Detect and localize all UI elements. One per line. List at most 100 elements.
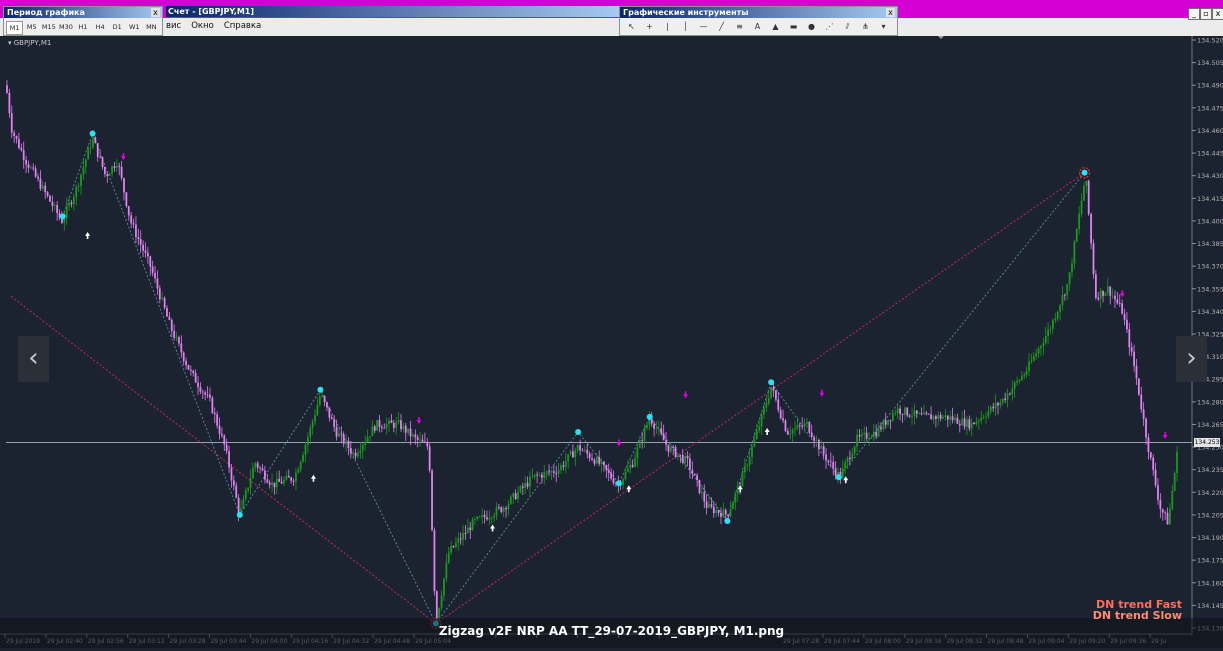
bull-candle-body xyxy=(595,457,598,464)
bear-candle-body xyxy=(280,481,283,484)
bull-candle-body xyxy=(999,402,1002,406)
current-price-label: 134.253 xyxy=(1194,438,1220,448)
bear-candle-body xyxy=(679,454,682,456)
horizontal-line-tool-icon[interactable]: — xyxy=(696,20,711,33)
bull-candle-body xyxy=(557,470,560,474)
timeframe-m30-button[interactable]: M30 xyxy=(57,21,74,35)
bull-candle-body xyxy=(175,337,178,339)
bull-candle-body xyxy=(872,432,875,438)
bull-candle-body xyxy=(357,453,359,457)
bear-candle-body xyxy=(209,394,211,398)
prev-image-button[interactable]: ‹ xyxy=(18,336,49,382)
pitchfork-tool-icon[interactable]: ⋔ xyxy=(858,20,873,33)
bear-candle-body xyxy=(1114,295,1116,300)
price-chart[interactable]: 134.520 134.505 134.490 134.475 134.460 134.4… xyxy=(0,36,1223,651)
bull-candle-body xyxy=(758,426,761,431)
next-image-button[interactable]: › xyxy=(1176,336,1207,382)
vertical-line-tool-icon[interactable]: │ xyxy=(678,20,693,33)
cursor-tool-icon[interactable]: ↖ xyxy=(624,20,639,33)
price-tick-label: 134.385 xyxy=(1197,240,1223,248)
timeframe-h4-button[interactable]: H4 xyxy=(92,21,109,35)
bull-candle-body xyxy=(397,420,400,423)
bear-candle-body xyxy=(674,447,677,457)
bear-candle-body xyxy=(199,387,202,392)
bull-candle-body xyxy=(295,472,297,482)
bear-candle-body xyxy=(383,427,386,429)
drawing-tools-panel: Графические инструменты x ↖ + | │ — ╱ ≡ A ▲ ▬ ● ⋰ ⫽ ⋔… xyxy=(619,6,898,36)
bear-candle-body xyxy=(1149,452,1152,458)
bear-candle-body xyxy=(118,165,121,167)
triangle-tool-icon[interactable]: ▲ xyxy=(768,20,783,33)
bull-candle-body xyxy=(576,445,579,451)
bull-candle-body xyxy=(736,485,739,494)
bear-candle-body xyxy=(591,458,593,460)
ellipse-tool-icon[interactable]: ● xyxy=(804,20,819,33)
price-tick-label: 134.280 xyxy=(1197,398,1223,406)
bear-candle-body xyxy=(268,482,271,485)
bear-candle-body xyxy=(710,504,713,507)
restore-icon[interactable]: ▫ xyxy=(1200,8,1212,20)
trendline-tool-icon[interactable]: ╱ xyxy=(714,20,729,33)
bear-candle-body xyxy=(173,331,176,338)
drawing-tools-close-icon[interactable]: x xyxy=(886,8,895,17)
bull-candle-body xyxy=(794,428,796,430)
bull-candle-body xyxy=(569,451,572,455)
bear-candle-body xyxy=(347,440,350,449)
bull-candle-body xyxy=(1011,388,1014,395)
fibo-tool-icon[interactable]: ≡ xyxy=(732,20,747,33)
bear-candle-body xyxy=(939,415,942,419)
bull-candle-body xyxy=(923,412,925,415)
crosshair-tool-icon[interactable]: + xyxy=(642,20,657,33)
timeframe-d1-button[interactable]: D1 xyxy=(109,21,126,35)
bear-candle-body xyxy=(32,167,35,169)
bull-candle-body xyxy=(722,509,725,517)
timeframe-mn-button[interactable]: MN xyxy=(143,21,160,35)
bull-candle-body xyxy=(361,445,364,451)
close-window-icon[interactable]: x xyxy=(1212,8,1223,20)
bear-candle-body xyxy=(1130,347,1133,352)
timeframe-m5-button[interactable]: M5 xyxy=(23,21,40,35)
period-panel-close-icon[interactable]: x xyxy=(151,8,160,17)
bull-candle-body xyxy=(302,454,304,462)
rectangle-tool-icon[interactable]: ▬ xyxy=(786,20,801,33)
bull-candle-body xyxy=(1078,213,1081,230)
bear-candle-body xyxy=(228,451,230,468)
timeframe-h1-button[interactable]: H1 xyxy=(74,21,91,35)
bear-candle-body xyxy=(696,475,698,480)
bull-candle-body xyxy=(1085,180,1088,187)
bear-candle-body xyxy=(335,426,338,437)
bear-candle-body xyxy=(810,432,813,438)
bull-candle-body xyxy=(1042,343,1045,347)
bear-candle-body xyxy=(256,463,259,468)
bear-candle-body xyxy=(899,408,901,414)
zigzag-point xyxy=(89,130,96,137)
bear-candle-body xyxy=(653,423,656,429)
menu-item-2[interactable]: Справка xyxy=(224,19,261,33)
bull-candle-body xyxy=(1104,292,1107,296)
bull-candle-body xyxy=(1083,186,1085,201)
more-tools-icon[interactable]: ▾ xyxy=(876,20,891,33)
menu-item-1[interactable]: Окно xyxy=(191,19,214,33)
bull-candle-body xyxy=(851,453,854,459)
bear-candle-body xyxy=(1109,286,1112,296)
timeframe-m1-button[interactable]: M1 xyxy=(6,21,24,35)
bull-candle-body xyxy=(751,446,753,458)
bear-candle-body xyxy=(287,475,290,478)
timeframe-m15-button[interactable]: M15 xyxy=(40,21,57,35)
menu-item-0[interactable]: вис xyxy=(166,19,181,33)
text-tool-icon[interactable]: A xyxy=(750,20,765,33)
minimize-icon[interactable]: _ xyxy=(1188,8,1200,20)
bear-candle-body xyxy=(378,419,381,427)
gann-fan-tool-icon[interactable]: ⋰ xyxy=(822,20,837,33)
bull-candle-body xyxy=(111,166,113,174)
channel-tool-icon[interactable]: ⫽ xyxy=(840,20,855,33)
bull-candle-body xyxy=(161,297,164,300)
bull-candle-body xyxy=(369,436,371,438)
bear-candle-body xyxy=(801,425,804,427)
bear-candle-body xyxy=(459,538,462,540)
price-tick-label: 134.490 xyxy=(1197,82,1223,90)
bull-candle-body xyxy=(1106,286,1109,293)
bull-candle-body xyxy=(853,446,856,454)
timeframe-w1-button[interactable]: W1 xyxy=(126,21,143,35)
bear-candle-body xyxy=(1161,509,1164,513)
